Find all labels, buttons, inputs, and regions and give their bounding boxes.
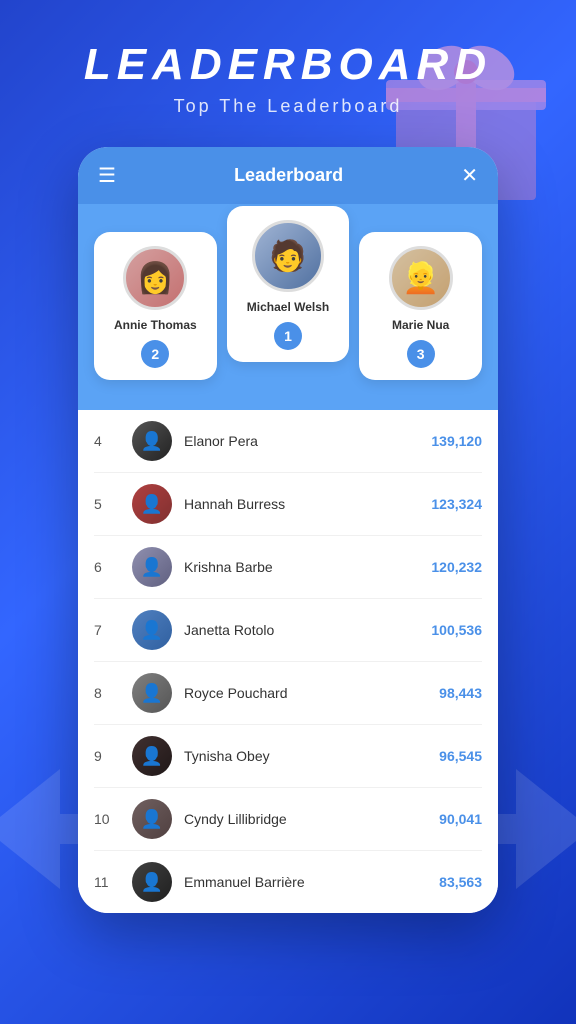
list-score: 83,563 — [439, 874, 482, 890]
list-score: 139,120 — [431, 433, 482, 449]
list-name: Janetta Rotolo — [184, 622, 431, 638]
list-avatar: 👤 — [132, 421, 172, 461]
list-score: 100,536 — [431, 622, 482, 638]
podium-rank-third: 3 — [407, 340, 435, 368]
list-name: Royce Pouchard — [184, 685, 439, 701]
list-name: Emmanuel Barrière — [184, 874, 439, 890]
list-avatar: 👤 — [132, 736, 172, 776]
podium-card-second: 👩 Annie Thomas 2 — [94, 232, 217, 380]
list-item: 6 👤 Krishna Barbe 120,232 — [94, 536, 482, 599]
list-name: Hannah Burress — [184, 496, 431, 512]
podium-card-third: 👱 Marie Nua 3 — [359, 232, 482, 380]
list-item: 11 👤 Emmanuel Barrière 83,563 — [94, 851, 482, 913]
page-subtitle: Top The Leaderboard — [0, 96, 576, 117]
close-icon[interactable]: ✕ — [461, 163, 478, 188]
list-score: 90,041 — [439, 811, 482, 827]
podium-name-second: Annie Thomas — [114, 318, 197, 332]
list-rank: 11 — [94, 874, 120, 890]
list-score: 123,324 — [431, 496, 482, 512]
app-bar: ☰ Leaderboard ✕ — [78, 147, 498, 204]
podium-name-first: Michael Welsh — [247, 300, 329, 314]
app-bar-title: Leaderboard — [234, 165, 343, 186]
list-item: 9 👤 Tynisha Obey 96,545 — [94, 725, 482, 788]
avatar-michael: 🧑 — [252, 220, 324, 292]
phone-card: ☰ Leaderboard ✕ 👩 Annie Thomas 2 🧑 Micha… — [78, 147, 498, 913]
list-item: 7 👤 Janetta Rotolo 100,536 — [94, 599, 482, 662]
page-title: LEADERBOARD — [0, 40, 576, 90]
list-item: 10 👤 Cyndy Lillibridge 90,041 — [94, 788, 482, 851]
podium-rank-second: 2 — [141, 340, 169, 368]
top3-podium: 👩 Annie Thomas 2 🧑 Michael Welsh 1 👱 Mar… — [78, 204, 498, 410]
list-rank: 5 — [94, 496, 120, 512]
list-item: 4 👤 Elanor Pera 139,120 — [94, 410, 482, 473]
list-avatar: 👤 — [132, 610, 172, 650]
list-rank: 4 — [94, 433, 120, 449]
page-header: LEADERBOARD Top The Leaderboard — [0, 0, 576, 137]
list-rank: 9 — [94, 748, 120, 764]
list-score: 98,443 — [439, 685, 482, 701]
leaderboard-list: 4 👤 Elanor Pera 139,120 5 👤 Hannah Burre… — [78, 410, 498, 913]
podium-name-third: Marie Nua — [392, 318, 449, 332]
list-avatar: 👤 — [132, 547, 172, 587]
list-name: Tynisha Obey — [184, 748, 439, 764]
podium-rank-first: 1 — [274, 322, 302, 350]
menu-icon[interactable]: ☰ — [98, 163, 116, 188]
list-score: 96,545 — [439, 748, 482, 764]
list-name: Elanor Pera — [184, 433, 431, 449]
avatar-marie: 👱 — [389, 246, 453, 310]
podium-card-first: 🧑 Michael Welsh 1 — [227, 206, 350, 362]
list-avatar: 👤 — [132, 673, 172, 713]
list-rank: 8 — [94, 685, 120, 701]
list-rank: 6 — [94, 559, 120, 575]
list-item: 8 👤 Royce Pouchard 98,443 — [94, 662, 482, 725]
list-name: Cyndy Lillibridge — [184, 811, 439, 827]
list-name: Krishna Barbe — [184, 559, 431, 575]
list-rank: 7 — [94, 622, 120, 638]
list-avatar: 👤 — [132, 484, 172, 524]
list-avatar: 👤 — [132, 862, 172, 902]
list-avatar: 👤 — [132, 799, 172, 839]
list-score: 120,232 — [431, 559, 482, 575]
list-item: 5 👤 Hannah Burress 123,324 — [94, 473, 482, 536]
avatar-annie: 👩 — [123, 246, 187, 310]
list-rank: 10 — [94, 811, 120, 827]
